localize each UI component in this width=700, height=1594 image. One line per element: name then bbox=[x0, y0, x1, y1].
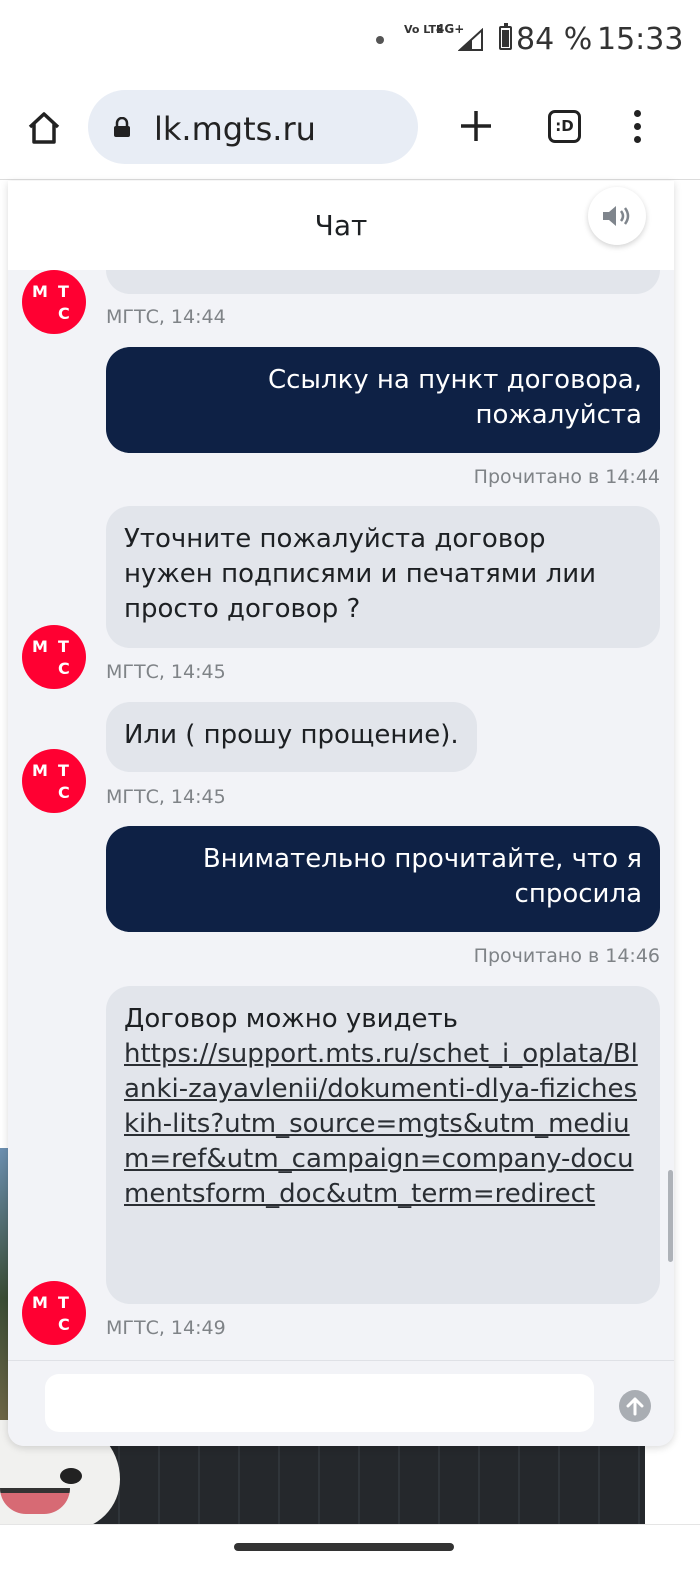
clock: 15:33 bbox=[597, 22, 684, 57]
mts-avatar: МТС bbox=[22, 625, 86, 689]
user-message: Внимательно прочитайте, что я спросила bbox=[106, 826, 660, 932]
message-meta: МГТС, 14:44 bbox=[106, 306, 226, 328]
user-message: Ссылку на пункт договора, пожалуйста bbox=[106, 347, 660, 453]
message-list: МТС МГТС, 14:44 Ссылку на пункт договора… bbox=[8, 230, 674, 1360]
document-link[interactable]: https://support.mts.ru/schet_i_oplata/Bl… bbox=[124, 1039, 638, 1209]
browser-toolbar: lk.mgts.ru :D bbox=[0, 84, 700, 180]
message-meta: МГТС, 14:45 bbox=[106, 786, 226, 808]
mts-avatar: МТС bbox=[22, 270, 86, 334]
chat-title: Чат bbox=[314, 209, 368, 242]
battery-percent: 84 % bbox=[516, 22, 593, 57]
gesture-handle[interactable] bbox=[234, 1543, 454, 1551]
notification-dot-icon bbox=[376, 36, 384, 44]
message-meta: МГТС, 14:45 bbox=[106, 661, 226, 683]
url-text: lk.mgts.ru bbox=[154, 110, 316, 148]
message-composer bbox=[8, 1360, 674, 1446]
plus-icon[interactable] bbox=[456, 106, 496, 146]
mts-avatar: МТС bbox=[22, 749, 86, 813]
read-receipt: Прочитано в 14:46 bbox=[473, 945, 660, 967]
bot-message: Или ( прошу прощение). bbox=[106, 702, 477, 772]
chat-widget: Чат МТС МГТС, 14:44 Ссылку на пункт дого… bbox=[8, 181, 674, 1446]
signal-icon bbox=[458, 28, 483, 51]
message-input[interactable] bbox=[45, 1374, 594, 1432]
chat-header: Чат bbox=[8, 181, 674, 270]
lock-icon bbox=[114, 117, 130, 137]
battery-icon bbox=[499, 23, 512, 50]
tabs-icon[interactable]: :D bbox=[548, 110, 581, 143]
bot-message: Договор можно увидеть https://support.mt… bbox=[106, 986, 660, 1304]
home-icon[interactable] bbox=[24, 108, 64, 148]
read-receipt: Прочитано в 14:44 bbox=[473, 466, 660, 488]
more-vert-icon[interactable] bbox=[628, 106, 648, 146]
address-bar[interactable]: lk.mgts.ru bbox=[88, 90, 418, 164]
message-meta: МГТС, 14:49 bbox=[106, 1317, 226, 1339]
scrollbar[interactable] bbox=[668, 1170, 673, 1262]
bot-message: Уточните пожалуйста договор нужен подпис… bbox=[106, 506, 660, 648]
message-text: Договор можно увидеть bbox=[124, 1004, 458, 1034]
status-bar: Vo LTE 4G+ 84 % 15:33 bbox=[0, 0, 700, 84]
speaker-icon[interactable] bbox=[588, 187, 646, 245]
system-nav-bar bbox=[0, 1524, 700, 1594]
arrow-up-icon[interactable] bbox=[619, 1390, 651, 1422]
mts-avatar: МТС bbox=[22, 1281, 86, 1345]
